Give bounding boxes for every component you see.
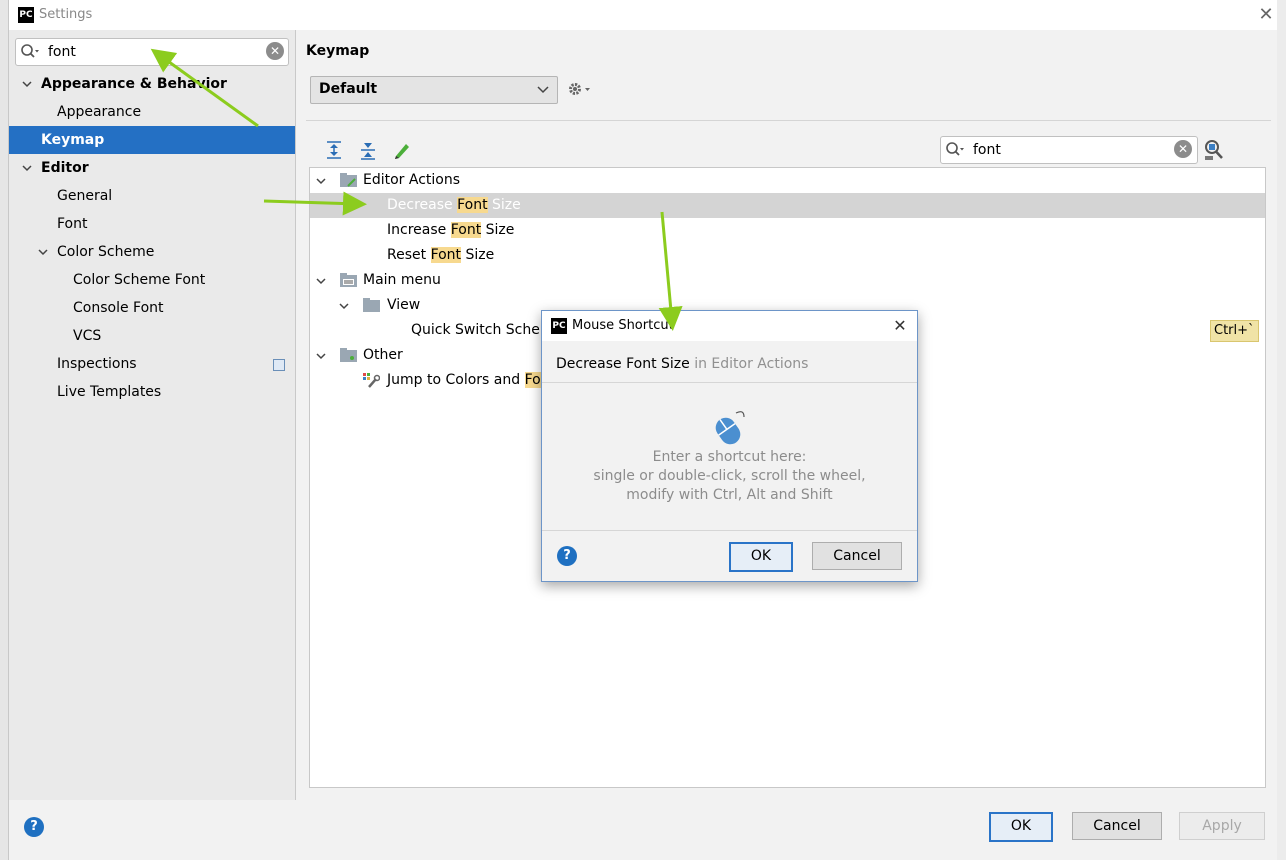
- background-window-edge: [0, 0, 8, 860]
- dialog-title: Mouse Shortcut: [572, 318, 674, 333]
- dialog-hint-line-1: Enter a shortcut here:: [652, 449, 807, 465]
- mouse-shortcut-dialog: PC Mouse Shortcut ✕ Decrease Font Size i…: [541, 310, 918, 582]
- settings-search-box[interactable]: ✕: [15, 38, 289, 66]
- title-bar: PC Settings ✕: [9, 0, 1277, 30]
- sidebar-item-label: Color Scheme: [57, 244, 155, 260]
- help-icon[interactable]: ?: [24, 817, 44, 837]
- sidebar-item-label: Appearance: [57, 104, 142, 120]
- settings-sidebar: ✕ Appearance & Behavior Appearance Keymap E…: [9, 30, 296, 800]
- sidebar-item-label: VCS: [73, 328, 102, 344]
- keymap-scheme-value: Default: [319, 81, 378, 97]
- dialog-hint-line-2: single or double-click, scroll the wheel…: [593, 468, 866, 484]
- find-by-shortcut-icon[interactable]: [1202, 138, 1226, 162]
- chevron-down-icon[interactable]: [21, 162, 33, 174]
- window-close-icon[interactable]: ✕: [1255, 4, 1277, 26]
- shortcut-capture-area[interactable]: Enter a shortcut here: single or double-…: [542, 383, 917, 530]
- dialog-cancel-button[interactable]: Cancel: [812, 542, 902, 570]
- dialog-title-bar: PC Mouse Shortcut ✕: [542, 311, 917, 341]
- tree-item-main-menu[interactable]: Main menu: [310, 268, 1265, 293]
- ok-button[interactable]: OK: [989, 812, 1053, 842]
- keymap-search-box[interactable]: ✕: [940, 136, 1198, 164]
- help-icon[interactable]: ?: [557, 546, 577, 566]
- sidebar-item-label: Keymap: [41, 132, 105, 148]
- gear-icon[interactable]: [566, 79, 594, 99]
- clear-search-icon[interactable]: ✕: [266, 42, 284, 60]
- apply-button[interactable]: Apply: [1179, 812, 1265, 840]
- window-title: Settings: [39, 7, 93, 22]
- colors-wrench-icon: [363, 373, 380, 388]
- background-window-edge-right: [1276, 0, 1286, 860]
- folder-icon: [363, 298, 380, 312]
- tree-item-increase-font-size[interactable]: Increase Font Size: [310, 218, 1265, 243]
- tree-item-reset-font-size[interactable]: Reset Font Size: [310, 243, 1265, 268]
- search-icon[interactable]: [20, 43, 40, 61]
- chevron-down-icon[interactable]: [315, 175, 327, 187]
- keymap-search-input[interactable]: [971, 139, 1165, 161]
- chevron-down-icon[interactable]: [315, 275, 327, 287]
- page-title: Keymap: [306, 43, 370, 59]
- search-icon[interactable]: [945, 141, 965, 159]
- cancel-button[interactable]: Cancel: [1072, 812, 1162, 840]
- pycharm-logo-icon: PC: [18, 7, 34, 23]
- mouse-icon: [715, 411, 745, 445]
- footer-bar: ? OK Cancel Apply: [9, 800, 1277, 860]
- sidebar-item-label: Console Font: [73, 300, 164, 316]
- settings-search-input[interactable]: [46, 41, 260, 63]
- sidebar-item-keymap[interactable]: Keymap: [9, 126, 295, 154]
- dialog-ok-button[interactable]: OK: [729, 542, 793, 572]
- tree-item-decrease-font-size[interactable]: Decrease Font Size: [310, 193, 1265, 218]
- sidebar-item-label: General: [57, 188, 113, 204]
- project-scope-icon: [273, 359, 285, 371]
- sidebar-item-label: Editor: [41, 160, 89, 176]
- collapse-all-icon[interactable]: [358, 140, 378, 160]
- tree-item-editor-actions[interactable]: Editor Actions: [310, 168, 1265, 193]
- chevron-down-icon[interactable]: [21, 78, 33, 90]
- sidebar-item-live-templates[interactable]: Live Templates: [9, 378, 295, 406]
- expand-all-icon[interactable]: [324, 140, 344, 160]
- chevron-down-icon[interactable]: [338, 300, 350, 312]
- folder-icon: [340, 348, 357, 362]
- sidebar-item-label: Font: [57, 216, 88, 232]
- divider: [306, 120, 1271, 121]
- pycharm-logo-icon: PC: [551, 318, 567, 334]
- sidebar-item-label: Inspections: [57, 356, 137, 372]
- sidebar-item-font[interactable]: Font: [9, 210, 295, 238]
- sidebar-item-vcs[interactable]: VCS: [9, 322, 295, 350]
- folder-icon: [340, 173, 357, 187]
- divider: [542, 530, 917, 531]
- clear-search-icon[interactable]: ✕: [1174, 140, 1192, 158]
- menu-folder-icon: [340, 273, 357, 287]
- chevron-down-icon[interactable]: [315, 350, 327, 362]
- shortcut-badge: Ctrl+`: [1210, 320, 1259, 342]
- dialog-hint-line-3: modify with Ctrl, Alt and Shift: [626, 487, 833, 503]
- edit-icon[interactable]: [392, 140, 412, 160]
- sidebar-item-editor[interactable]: Editor: [9, 154, 295, 182]
- sidebar-item-console-font[interactable]: Console Font: [9, 294, 295, 322]
- sidebar-item-label: Color Scheme Font: [73, 272, 206, 288]
- sidebar-item-inspections[interactable]: Inspections: [9, 350, 295, 378]
- dialog-close-icon[interactable]: ✕: [888, 315, 912, 337]
- sidebar-item-appearance-behavior[interactable]: Appearance & Behavior: [9, 70, 295, 98]
- sidebar-item-label: Live Templates: [57, 384, 162, 400]
- sidebar-item-color-scheme-font[interactable]: Color Scheme Font: [9, 266, 295, 294]
- chevron-down-icon[interactable]: [37, 246, 49, 258]
- sidebar-item-label: Appearance & Behavior: [41, 76, 227, 92]
- chevron-down-icon: [537, 86, 549, 94]
- sidebar-item-appearance[interactable]: Appearance: [9, 98, 295, 126]
- sidebar-item-general[interactable]: General: [9, 182, 295, 210]
- sidebar-item-color-scheme[interactable]: Color Scheme: [9, 238, 295, 266]
- dialog-action-name: Decrease Font Size in Editor Actions: [556, 356, 809, 372]
- keymap-scheme-select[interactable]: Default: [310, 76, 558, 104]
